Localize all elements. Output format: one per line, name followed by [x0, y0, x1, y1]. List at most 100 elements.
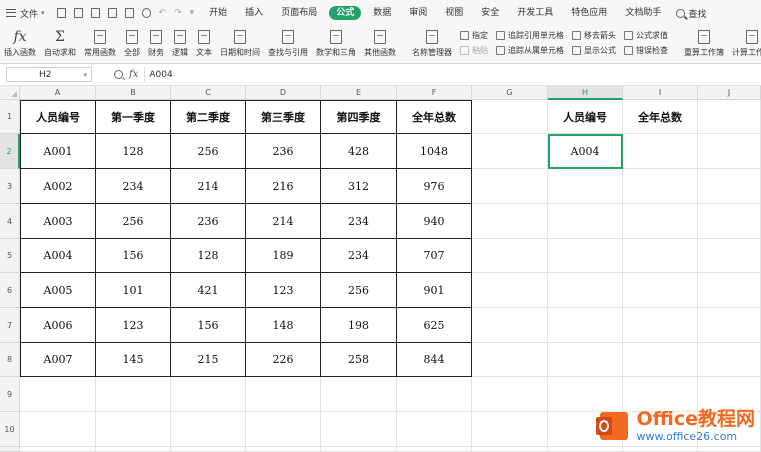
- cell-g2[interactable]: [472, 134, 548, 169]
- row-header-6[interactable]: 6: [0, 273, 20, 308]
- cell-i3[interactable]: [623, 169, 698, 204]
- cell-h6[interactable]: [548, 273, 623, 308]
- cell-a11[interactable]: [20, 447, 96, 452]
- row-header-7[interactable]: 7: [0, 308, 20, 343]
- column-header-c[interactable]: C: [171, 86, 246, 100]
- fx-icon[interactable]: fx: [129, 69, 138, 80]
- table-cell[interactable]: 145: [96, 343, 171, 377]
- cell-g5[interactable]: [472, 239, 548, 273]
- common-functions-button[interactable]: 常用函数: [84, 28, 116, 58]
- calc-sheet-button[interactable]: 计算工作表: [732, 28, 761, 58]
- table-cell[interactable]: 421: [171, 273, 246, 308]
- tab-data[interactable]: 数据: [364, 0, 400, 26]
- finance-button[interactable]: 财务: [148, 28, 164, 58]
- table-header-cell[interactable]: 第一季度: [96, 100, 171, 134]
- column-header-b[interactable]: B: [96, 86, 171, 100]
- table-cell[interactable]: 156: [96, 239, 171, 273]
- text-functions-button[interactable]: 文本: [196, 28, 212, 58]
- cell-j9[interactable]: [698, 377, 761, 412]
- table-cell[interactable]: 256: [171, 134, 246, 169]
- table-cell[interactable]: 428: [321, 134, 397, 169]
- table-cell[interactable]: 156: [171, 308, 246, 343]
- cell-g10[interactable]: [472, 412, 548, 447]
- table-header-cell[interactable]: 第二季度: [171, 100, 246, 134]
- table-cell[interactable]: 216: [246, 169, 321, 204]
- cell-h4[interactable]: [548, 204, 623, 239]
- column-header-i[interactable]: I: [623, 86, 698, 100]
- table-cell[interactable]: 258: [321, 343, 397, 377]
- cell-c11[interactable]: [171, 447, 246, 452]
- print-preview-icon[interactable]: [141, 8, 151, 18]
- cell-e11[interactable]: [321, 447, 397, 452]
- cell-d10[interactable]: [246, 412, 321, 447]
- table-cell[interactable]: 707: [397, 239, 472, 273]
- show-formulas-button[interactable]: 显示公式: [572, 44, 616, 56]
- table-cell[interactable]: 128: [96, 134, 171, 169]
- row-header-4[interactable]: 4: [0, 204, 20, 239]
- cell-j11[interactable]: [698, 447, 761, 452]
- cell-c9[interactable]: [171, 377, 246, 412]
- cell-h11[interactable]: [548, 447, 623, 452]
- print-icon[interactable]: [124, 8, 134, 18]
- error-check-button[interactable]: 错误检查: [624, 44, 668, 56]
- table-cell[interactable]: 256: [321, 273, 397, 308]
- cell-f11[interactable]: [397, 447, 472, 452]
- table-cell[interactable]: 844: [397, 343, 472, 377]
- row-header-8[interactable]: 8: [0, 343, 20, 377]
- cell-e10[interactable]: [321, 412, 397, 447]
- column-header-f[interactable]: F: [397, 86, 472, 100]
- cell-g6[interactable]: [472, 273, 548, 308]
- row-header-1[interactable]: 1: [0, 100, 20, 134]
- tab-home[interactable]: 开始: [200, 0, 236, 26]
- cell-g9[interactable]: [472, 377, 548, 412]
- row-header-3[interactable]: 3: [0, 169, 20, 204]
- table-cell[interactable]: 123: [96, 308, 171, 343]
- column-header-d[interactable]: D: [246, 86, 321, 100]
- table-cell[interactable]: 234: [96, 169, 171, 204]
- cell-j8[interactable]: [698, 343, 761, 377]
- cell-i8[interactable]: [623, 343, 698, 377]
- table-cell[interactable]: 976: [397, 169, 472, 204]
- paste-button[interactable]: 粘贴: [460, 44, 488, 56]
- trace-precedents-button[interactable]: 追踪引用单元格: [496, 29, 564, 41]
- cell-j2[interactable]: [698, 134, 761, 169]
- cell-h5[interactable]: [548, 239, 623, 273]
- table-cell[interactable]: A003: [20, 204, 96, 239]
- cell-f10[interactable]: [397, 412, 472, 447]
- name-box[interactable]: H2 ▾: [6, 67, 92, 82]
- trace-dependents-button[interactable]: 追踪从属单元格: [496, 44, 564, 56]
- lookup-total-cell[interactable]: [623, 134, 698, 169]
- more-chevron-icon[interactable]: ▾: [190, 8, 195, 18]
- cell-i5[interactable]: [623, 239, 698, 273]
- lookup-header-id[interactable]: 人员编号: [548, 100, 623, 134]
- cell-j6[interactable]: [698, 273, 761, 308]
- table-cell[interactable]: 236: [171, 204, 246, 239]
- save-icon[interactable]: [90, 8, 100, 18]
- column-header-g[interactable]: G: [472, 86, 548, 100]
- remove-arrows-button[interactable]: 移去箭头: [572, 29, 616, 41]
- cell-b9[interactable]: [96, 377, 171, 412]
- cell-a10[interactable]: [20, 412, 96, 447]
- select-all-corner[interactable]: [0, 86, 20, 100]
- tab-view[interactable]: 视图: [436, 0, 472, 26]
- file-menu[interactable]: 文件 ▾: [0, 0, 51, 26]
- cell-j5[interactable]: [698, 239, 761, 273]
- table-cell[interactable]: 940: [397, 204, 472, 239]
- table-header-cell[interactable]: 全年总数: [397, 100, 472, 134]
- undo-icon[interactable]: ↶: [159, 8, 167, 18]
- row-header-10[interactable]: 10: [0, 412, 20, 447]
- cell-j1[interactable]: [698, 100, 761, 134]
- column-header-a[interactable]: A: [20, 86, 96, 100]
- cell-g3[interactable]: [472, 169, 548, 204]
- cell-d9[interactable]: [246, 377, 321, 412]
- tab-formulas[interactable]: 公式: [329, 6, 362, 20]
- formula-input[interactable]: A004: [144, 67, 761, 82]
- table-cell[interactable]: 256: [96, 204, 171, 239]
- math-trig-button[interactable]: 数学和三角: [316, 28, 356, 58]
- tab-review[interactable]: 审阅: [400, 0, 436, 26]
- new-file-icon[interactable]: [56, 8, 66, 18]
- table-cell[interactable]: A006: [20, 308, 96, 343]
- cell-a9[interactable]: [20, 377, 96, 412]
- spreadsheet-grid[interactable]: A B C D E F G H I J 1 2 3 4 5 6 7 8 9 10…: [0, 86, 761, 452]
- table-cell[interactable]: 234: [321, 239, 397, 273]
